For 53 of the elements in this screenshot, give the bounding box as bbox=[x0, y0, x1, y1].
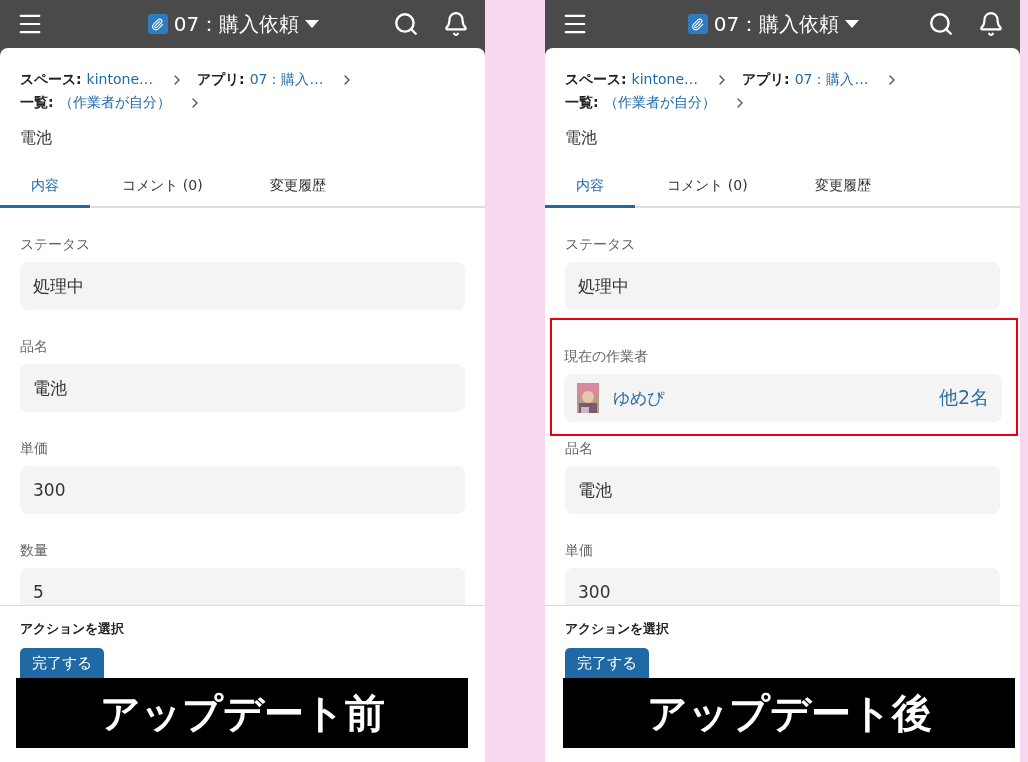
field-label: ステータス bbox=[20, 236, 91, 254]
field-label: ステータス bbox=[565, 236, 636, 254]
caption: アップデート前 bbox=[16, 678, 468, 748]
breadcrumb-label: 一覧: bbox=[20, 94, 54, 110]
user-link[interactable]: ゆめぴ bbox=[613, 386, 925, 410]
breadcrumb-link[interactable]: 07：購入… bbox=[794, 71, 869, 87]
field-label: 現在の作業者 bbox=[564, 348, 649, 366]
caret-icon[interactable] bbox=[845, 20, 860, 28]
field-value: 処理中 bbox=[565, 262, 1000, 310]
breadcrumb-label: アプリ: bbox=[742, 71, 790, 87]
breadcrumb-label: アプリ: bbox=[197, 71, 245, 87]
tab[interactable]: コメント (0) bbox=[90, 169, 235, 208]
caret-icon[interactable] bbox=[305, 20, 320, 28]
search-icon[interactable] bbox=[393, 11, 419, 37]
tab[interactable]: 変更履歴 bbox=[780, 169, 905, 208]
breadcrumb-label: スペース: bbox=[20, 71, 82, 87]
others-link[interactable]: 他2名 bbox=[938, 385, 989, 411]
breadcrumb-link[interactable]: 07：購入… bbox=[249, 71, 324, 87]
field-value: 電池 bbox=[565, 466, 1000, 514]
bell-icon[interactable] bbox=[443, 11, 469, 37]
field-value: 300 bbox=[565, 568, 1000, 605]
tab[interactable]: コメント (0) bbox=[635, 169, 780, 208]
field-value: 電池 bbox=[20, 364, 465, 412]
paperclip-icon bbox=[147, 14, 168, 34]
breadcrumb-link[interactable]: kintone… bbox=[86, 71, 154, 87]
breadcrumb-label: 一覧: bbox=[565, 94, 599, 110]
field-label: 単価 bbox=[20, 440, 49, 458]
record-title: 電池 bbox=[19, 127, 53, 149]
field-value: 処理中 bbox=[20, 262, 465, 310]
field-label: 品名 bbox=[565, 440, 594, 458]
tab[interactable]: 内容 bbox=[0, 169, 90, 208]
tab[interactable]: 変更履歴 bbox=[235, 169, 360, 208]
field-value: 5 bbox=[20, 568, 465, 605]
field-label: 数量 bbox=[20, 542, 49, 560]
app-title[interactable]: 07：購入依頼 bbox=[173, 10, 300, 38]
field-label: 単価 bbox=[565, 542, 594, 560]
breadcrumb-label: スペース: bbox=[565, 71, 627, 87]
breadcrumb-link[interactable]: （作業者が自分） bbox=[58, 94, 171, 110]
field-value: 300 bbox=[20, 466, 465, 514]
complete-button[interactable]: 完了する bbox=[565, 648, 649, 679]
search-icon[interactable] bbox=[928, 11, 954, 37]
breadcrumb-link[interactable]: （作業者が自分） bbox=[603, 94, 716, 110]
record-title: 電池 bbox=[564, 127, 598, 149]
action-label: アクションを選択 bbox=[20, 620, 125, 638]
paperclip-icon bbox=[687, 14, 708, 34]
breadcrumb-link[interactable]: kintone… bbox=[631, 71, 699, 87]
tab[interactable]: 内容 bbox=[545, 169, 635, 208]
app-title[interactable]: 07：購入依頼 bbox=[713, 10, 840, 38]
bell-icon[interactable] bbox=[978, 11, 1004, 37]
caption: アップデート後 bbox=[563, 678, 1015, 748]
field-label: 品名 bbox=[20, 338, 49, 356]
action-label: アクションを選択 bbox=[565, 620, 670, 638]
complete-button[interactable]: 完了する bbox=[20, 648, 104, 679]
